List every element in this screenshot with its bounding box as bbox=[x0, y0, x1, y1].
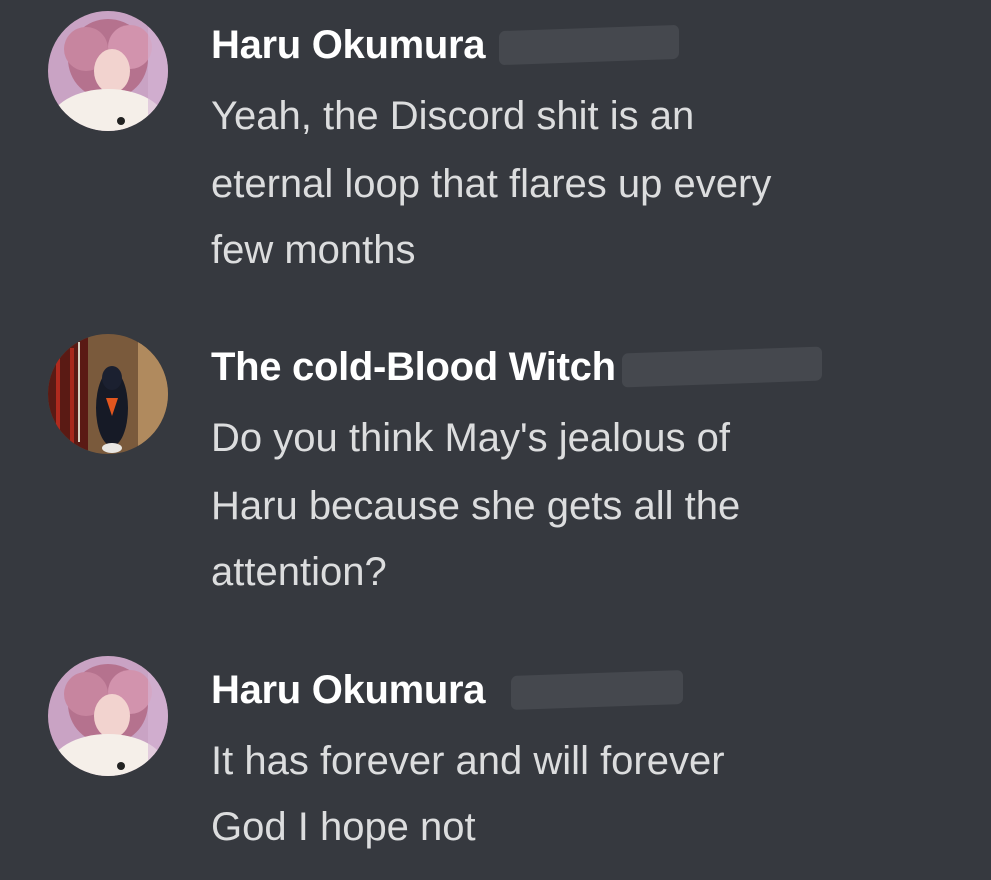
message-text-line: It has forever and will forever bbox=[211, 739, 725, 783]
username[interactable]: The cold-Blood Witch bbox=[211, 345, 616, 390]
message-text-line: Yeah, the Discord shit is an bbox=[211, 94, 695, 138]
redacted-timestamp bbox=[621, 346, 822, 388]
haru-avatar-icon bbox=[48, 11, 168, 131]
user-avatar[interactable] bbox=[48, 11, 168, 131]
username[interactable]: Haru Okumura bbox=[211, 23, 486, 68]
message-text-line: eternal loop that flares up every bbox=[211, 162, 772, 206]
redacted-timestamp bbox=[511, 669, 684, 711]
witch-avatar-icon bbox=[48, 334, 168, 454]
message-text-line: attention? bbox=[211, 550, 387, 594]
haru-avatar-icon bbox=[48, 656, 168, 776]
message-header: Haru Okumura bbox=[211, 665, 684, 715]
user-avatar[interactable] bbox=[48, 656, 168, 776]
user-avatar[interactable] bbox=[48, 334, 168, 454]
redacted-timestamp bbox=[499, 24, 680, 66]
message-header: The cold-Blood Witch bbox=[211, 342, 822, 392]
username[interactable]: Haru Okumura bbox=[211, 668, 486, 713]
message-text-line: few months bbox=[211, 228, 416, 272]
message-text-line: Do you think May's jealous of bbox=[211, 416, 731, 460]
message-text-line: Haru because she gets all the bbox=[211, 484, 741, 528]
message-header: Haru Okumura bbox=[211, 20, 680, 70]
message-text-line: God I hope not bbox=[211, 805, 476, 849]
